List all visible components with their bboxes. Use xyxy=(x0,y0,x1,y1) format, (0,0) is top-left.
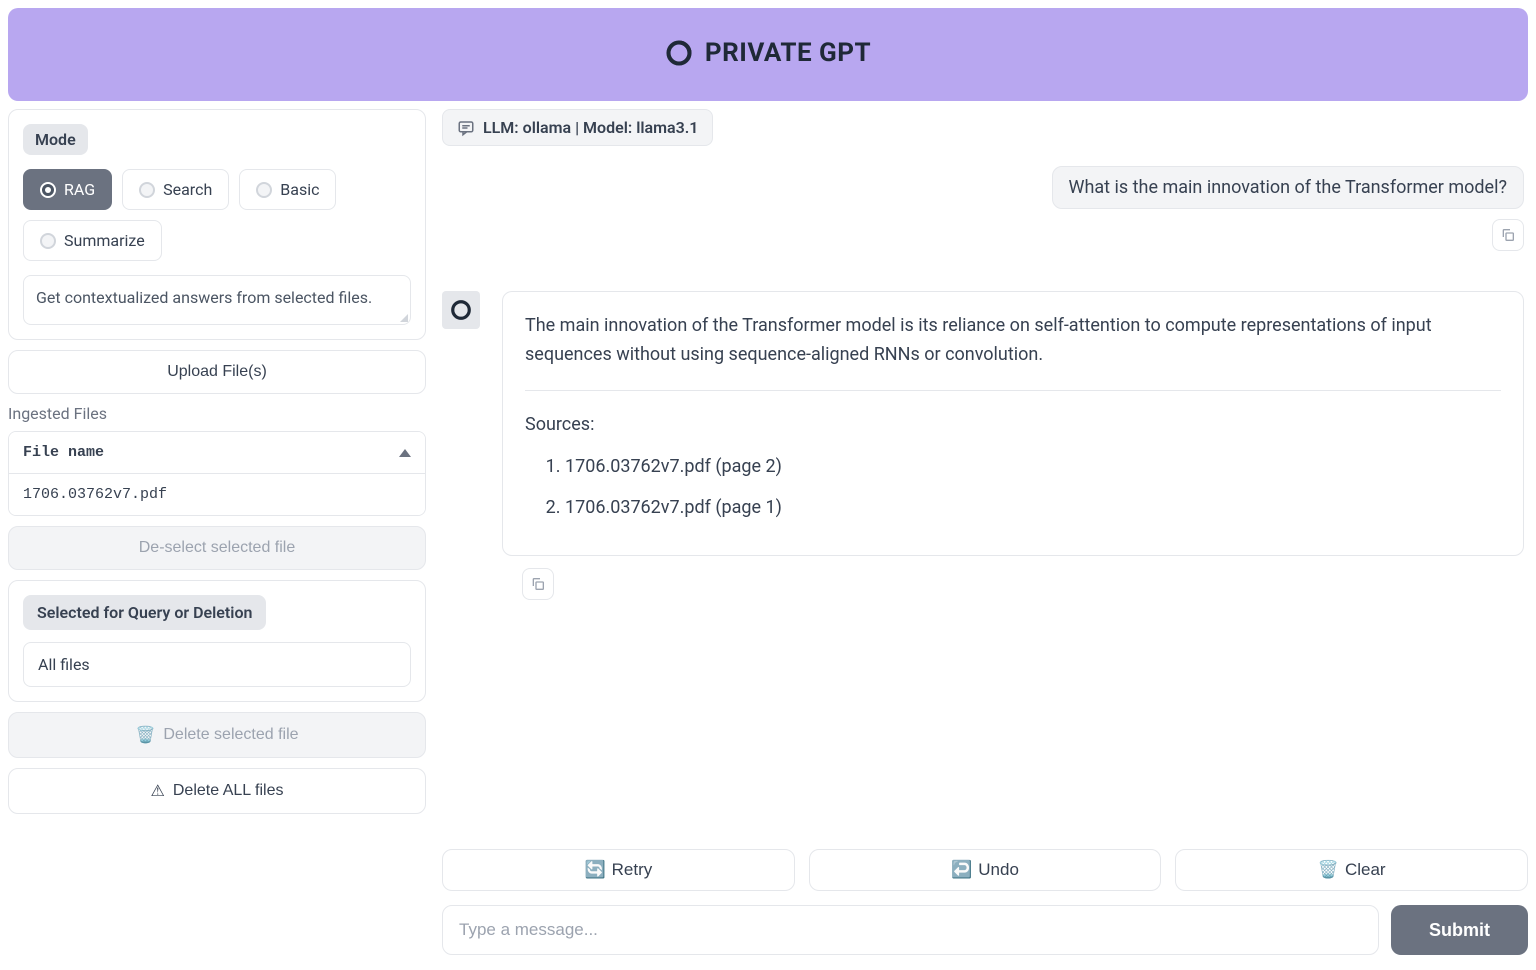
file-name-column: File name xyxy=(23,444,104,461)
files-table-header[interactable]: File name xyxy=(9,432,425,474)
selected-files-value: All files xyxy=(23,642,411,687)
copy-icon xyxy=(1500,227,1516,243)
mode-summarize[interactable]: Summarize xyxy=(23,220,162,261)
assistant-message-actions xyxy=(522,568,1524,600)
retry-icon: 🔄 xyxy=(584,860,605,880)
radio-circle-icon xyxy=(40,233,56,249)
undo-label: Undo xyxy=(978,860,1019,880)
undo-icon: ↩️ xyxy=(951,860,972,880)
sources-list: 1706.03762v7.pdf (page 2) 1706.03762v7.p… xyxy=(525,453,1501,523)
chat-messages: LLM: ollama | Model: llama3.1 What is th… xyxy=(442,109,1528,835)
retry-button[interactable]: 🔄 Retry xyxy=(442,849,795,891)
user-message-actions xyxy=(442,219,1524,251)
delete-all-label: Delete ALL files xyxy=(173,782,284,800)
trash-icon: 🗑️ xyxy=(135,725,155,745)
sort-ascending-icon xyxy=(399,449,411,457)
assistant-message-row: The main innovation of the Transformer m… xyxy=(442,291,1524,556)
mode-label-text: Summarize xyxy=(64,231,145,250)
mode-label-text: Search xyxy=(163,180,212,199)
selected-label: Selected for Query or Deletion xyxy=(23,595,266,630)
sidebar: Mode RAG Search Basic Summarize xyxy=(8,109,426,955)
upload-files-button[interactable]: Upload File(s) xyxy=(8,350,426,394)
source-item: 1706.03762v7.pdf (page 1) xyxy=(565,494,1501,523)
undo-button[interactable]: ↩️ Undo xyxy=(809,849,1162,891)
mode-description[interactable]: Get contextualized answers from selected… xyxy=(23,275,411,325)
assistant-text: The main innovation of the Transformer m… xyxy=(525,312,1501,370)
mode-panel: Mode RAG Search Basic Summarize xyxy=(8,109,426,340)
header-banner: PRIVATE GPT xyxy=(8,8,1528,101)
clear-button[interactable]: 🗑️ Clear xyxy=(1175,849,1528,891)
logo-icon xyxy=(450,299,472,321)
header-title: PRIVATE GPT xyxy=(665,38,871,68)
selected-files-panel: Selected for Query or Deletion All files xyxy=(8,580,426,702)
mode-rag[interactable]: RAG xyxy=(23,169,112,210)
sources-label: Sources: xyxy=(525,411,1501,440)
assistant-message: The main innovation of the Transformer m… xyxy=(502,291,1524,556)
radio-circle-icon xyxy=(256,182,272,198)
delete-selected-button[interactable]: 🗑️ Delete selected file xyxy=(8,712,426,758)
submit-button[interactable]: Submit xyxy=(1391,905,1528,955)
model-tag: LLM: ollama | Model: llama3.1 xyxy=(442,109,713,146)
chat-bubble-icon xyxy=(457,119,475,137)
mode-search[interactable]: Search xyxy=(122,169,229,210)
chat-controls: 🔄 Retry ↩️ Undo 🗑️ Clear Submit xyxy=(442,835,1528,955)
model-tag-text: LLM: ollama | Model: llama3.1 xyxy=(483,118,698,137)
chat-area: LLM: ollama | Model: llama3.1 What is th… xyxy=(442,109,1528,955)
message-input[interactable] xyxy=(442,905,1379,955)
delete-selected-label: Delete selected file xyxy=(163,726,298,744)
user-message: What is the main innovation of the Trans… xyxy=(1052,166,1525,209)
input-row: Submit xyxy=(442,905,1528,955)
copy-button[interactable] xyxy=(522,568,554,600)
ingested-files-label: Ingested Files xyxy=(8,404,426,423)
radio-circle-icon xyxy=(40,182,56,198)
mode-radio-group: RAG Search Basic Summarize xyxy=(23,169,411,261)
source-item: 1706.03762v7.pdf (page 2) xyxy=(565,453,1501,482)
warning-icon: ⚠ xyxy=(151,781,165,801)
copy-icon xyxy=(530,576,546,592)
clear-label: Clear xyxy=(1345,860,1386,880)
copy-button[interactable] xyxy=(1492,219,1524,251)
divider xyxy=(525,390,1501,391)
ingested-files-table: File name 1706.03762v7.pdf xyxy=(8,431,426,516)
mode-basic[interactable]: Basic xyxy=(239,169,336,210)
action-buttons-row: 🔄 Retry ↩️ Undo 🗑️ Clear xyxy=(442,849,1528,891)
delete-all-button[interactable]: ⚠ Delete ALL files xyxy=(8,768,426,814)
retry-label: Retry xyxy=(612,860,653,880)
trash-icon: 🗑️ xyxy=(1318,860,1339,880)
mode-label-text: RAG xyxy=(64,180,95,199)
app-title: PRIVATE GPT xyxy=(705,38,871,68)
logo-icon xyxy=(665,39,693,67)
radio-circle-icon xyxy=(139,182,155,198)
file-row[interactable]: 1706.03762v7.pdf xyxy=(9,474,425,515)
mode-label: Mode xyxy=(23,124,88,155)
assistant-avatar xyxy=(442,291,480,329)
user-message-row: What is the main innovation of the Trans… xyxy=(442,166,1524,209)
deselect-file-button[interactable]: De-select selected file xyxy=(8,526,426,570)
mode-label-text: Basic xyxy=(280,180,319,199)
